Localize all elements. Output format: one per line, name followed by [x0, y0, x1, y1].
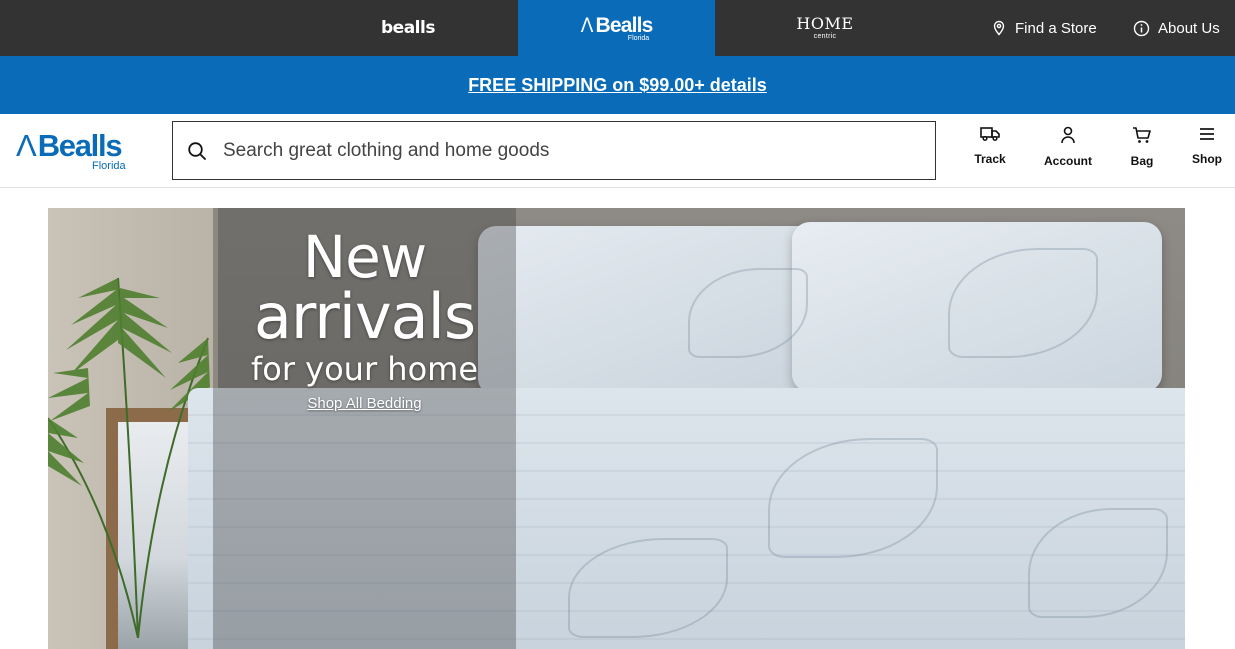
account-label: Account: [1044, 154, 1092, 168]
track-button[interactable]: Track: [968, 126, 1012, 178]
bealls-florida-sub: Florida: [627, 34, 650, 42]
brand-tab-home-centric[interactable]: HOME centric: [770, 0, 880, 56]
search-icon[interactable]: [187, 141, 207, 161]
search-box: [172, 121, 936, 180]
brand-tab-bealls[interactable]: bealls: [346, 0, 470, 56]
track-label: Track: [974, 152, 1006, 166]
account-button[interactable]: Account: [1040, 126, 1096, 178]
find-store-label: Find a Store: [1015, 19, 1097, 37]
about-us-link[interactable]: About Us: [1133, 0, 1220, 56]
hero-headline-new: New: [302, 223, 428, 291]
hero-banner-bedding[interactable]: New arrivals for your home Shop All Bedd…: [48, 208, 1185, 649]
bealls-logo-text: bealls: [381, 18, 435, 38]
home-centric-word: HOME: [796, 14, 854, 33]
find-store-link[interactable]: Find a Store: [991, 0, 1097, 56]
site-header: Λ Bealls Florida Track Account: [0, 114, 1235, 188]
bealls-mark: Λ: [581, 13, 594, 37]
location-pin-icon: [993, 20, 1005, 36]
logo-word: Bealls: [37, 128, 123, 163]
info-icon: [1133, 20, 1150, 36]
bag-label: Bag: [1130, 154, 1154, 168]
shop-all-bedding-link[interactable]: Shop All Bedding: [307, 395, 421, 412]
bag-button[interactable]: Bag: [1124, 126, 1160, 178]
shop-menu-button[interactable]: Shop: [1187, 126, 1227, 178]
hero-headline-for-your-home: for your home: [250, 350, 478, 388]
free-shipping-link[interactable]: FREE SHIPPING on $99.00+ details: [468, 75, 767, 96]
truck-icon: [980, 127, 1000, 142]
hero-headline-arrivals: arrivals: [253, 280, 476, 353]
hamburger-menu-icon: [1200, 128, 1214, 140]
shop-label: Shop: [1192, 152, 1222, 166]
search-input[interactable]: [223, 139, 903, 162]
brand-bar: bealls Λ Bealls Florida HOME centric Fin…: [0, 0, 1235, 56]
bealls-florida-home-logo[interactable]: Λ Bealls Florida: [16, 130, 136, 174]
shipping-promo-bar: FREE SHIPPING on $99.00+ details: [0, 56, 1235, 114]
logo-sub: Florida: [92, 160, 126, 172]
logo-mark: Λ: [16, 128, 37, 163]
about-us-label: About Us: [1158, 19, 1220, 37]
user-icon: [1061, 126, 1075, 144]
bealls-florida-logo: Λ Bealls: [580, 13, 653, 37]
hero-text-block: New arrivals for your home Shop All Bedd…: [213, 208, 516, 413]
brand-tab-bealls-florida[interactable]: Λ Bealls Florida: [518, 0, 715, 56]
bealls-florida-word: Bealls: [595, 13, 653, 37]
shopping-cart-icon: [1133, 127, 1151, 143]
home-centric-sub: centric: [813, 33, 837, 40]
